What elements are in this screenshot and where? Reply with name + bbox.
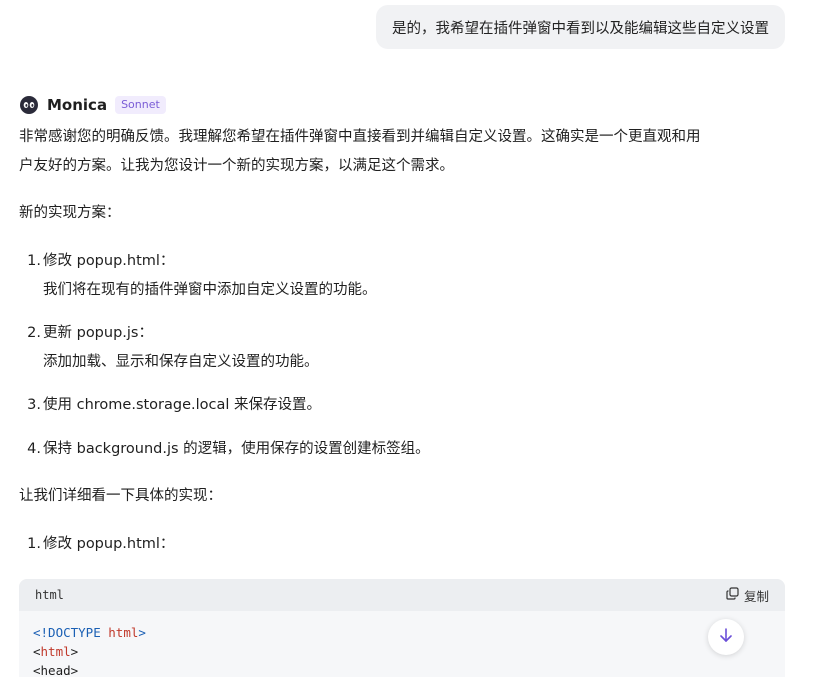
user-message-text: 是的，我希望在插件弹窗中看到以及能编辑这些自定义设置 [392,20,769,37]
section-heading: 新的实现方案： [19,205,121,221]
code-token: > [138,625,146,640]
arrow-down-icon [718,627,734,647]
list-number: 1. [27,536,41,552]
list-item-title: 修改 popup.html： [43,536,175,552]
copy-icon [726,587,739,603]
list-number: 1. [27,253,41,269]
code-token: < [33,644,41,659]
monica-bot-icon [19,95,39,115]
code-token: html [108,625,139,640]
list-item: 3. 使用 chrome.storage.local 来保存设置。 [19,391,321,420]
list-number: 2. [27,325,41,341]
code-token: > [70,644,79,659]
list-number: 4. [27,441,41,457]
list-item-title: 使用 chrome.storage.local 来保存设置。 [43,397,322,413]
list-item-desc: 我们将在现有的插件弹窗中添加自定义设置的功能。 [43,282,377,298]
detail-heading: 让我们详细看一下具体的实现： [19,488,222,504]
code-token: html [40,644,71,659]
list-item: 4. 保持 background.js 的逻辑，使用保存的设置创建标签组。 [19,435,430,464]
list-item: 1. 修改 popup.html： [19,530,174,559]
user-message-bubble: 是的，我希望在插件弹窗中看到以及能编辑这些自定义设置 [376,5,785,49]
list-item: 1. 修改 popup.html： [19,247,174,276]
scroll-to-bottom-button[interactable] [708,619,744,655]
list-item-title: 保持 background.js 的逻辑，使用保存的设置创建标签组。 [43,441,430,457]
code-block: html 复制 <!DOCTYPE html> <html> <head> [19,579,785,677]
chat-page: 是的，我希望在插件弹窗中看到以及能编辑这些自定义设置 Monica Sonnet… [0,0,824,677]
intro-line-1: 非常感谢您的明确反馈。我理解您希望在插件弹窗中直接看到并编辑自定义设置。这确实是… [19,129,701,145]
list-item-desc: 添加加载、显示和保存自定义设置的功能。 [43,354,319,370]
code-block-header: html 复制 [19,579,785,611]
list-item-title: 更新 popup.js： [43,325,153,341]
code-content: <!DOCTYPE html> <html> <head> [19,611,785,677]
code-token: <!DOCTYPE [33,625,109,640]
model-badge: Sonnet [115,96,166,114]
list-number: 3. [27,397,41,413]
code-language-label: html [35,588,64,602]
assistant-name: Monica [47,96,108,114]
list-item-title: 修改 popup.html： [43,253,175,269]
code-line: <html> [33,642,771,661]
code-line: <head> [33,663,79,677]
copy-button[interactable]: 复制 [726,586,769,605]
code-line: <!DOCTYPE html> [33,623,771,642]
assistant-header: Monica Sonnet [19,92,166,118]
intro-line-2: 户友好的方案。让我为您设计一个新的实现方案，以满足这个需求。 [19,158,454,174]
copy-label: 复制 [743,588,769,604]
list-item: 2. 更新 popup.js： [19,319,153,348]
